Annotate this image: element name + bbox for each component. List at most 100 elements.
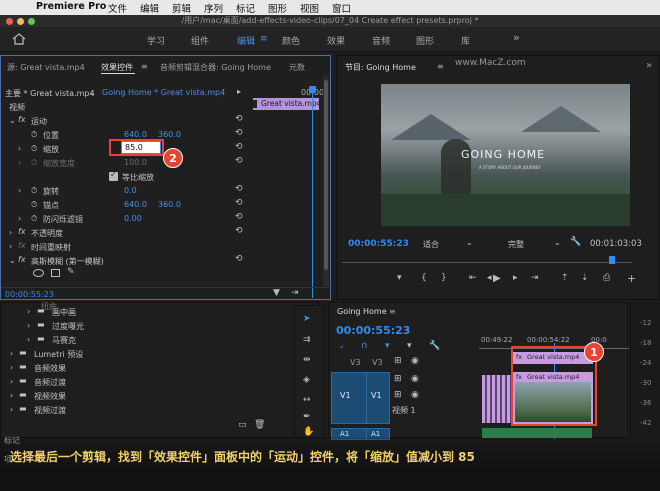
- slip-tool-icon[interactable]: ↔: [303, 395, 311, 405]
- markers-tab-label[interactable]: 标记: [4, 435, 20, 446]
- toggle-sync-lock-icon[interactable]: ⊞: [394, 356, 402, 366]
- program-playhead[interactable]: [609, 256, 615, 264]
- menu-sequence[interactable]: 序列: [204, 1, 223, 15]
- pen-tool-icon[interactable]: ✒: [303, 412, 311, 422]
- reset-blur-icon[interactable]: ⟲: [235, 254, 243, 264]
- toggle-sync-lock-icon[interactable]: ⊞: [394, 390, 402, 400]
- v3-track-label[interactable]: V3: [350, 358, 361, 367]
- v1-source-patch[interactable]: V1: [331, 372, 371, 424]
- workspace-more-icon[interactable]: »: [513, 31, 520, 44]
- eye-icon[interactable]: ◉: [411, 374, 419, 384]
- reset-motion-icon[interactable]: ⟲: [235, 114, 243, 124]
- reset-scale-icon[interactable]: ⟲: [235, 142, 243, 152]
- app-menu[interactable]: Premiere Pro: [36, 1, 106, 12]
- tab-source[interactable]: 源: Great vista.mp4: [7, 62, 85, 73]
- folder-item-audio-transitions[interactable]: 音频过渡: [34, 377, 66, 388]
- folder-item-lumetri[interactable]: Lumetri 预设: [34, 349, 83, 360]
- filter-icon[interactable]: ▼: [273, 288, 280, 298]
- hand-tool-icon[interactable]: ✋: [303, 427, 314, 437]
- workspace-assembly[interactable]: 组件: [191, 34, 209, 47]
- panel-menu-icon[interactable]: ≡: [141, 62, 148, 71]
- workspace-libraries[interactable]: 库: [461, 34, 470, 47]
- master-clip-selector[interactable]: 主要 * Great vista.mp4: [5, 88, 95, 99]
- toggle-sync-lock-icon[interactable]: ⊞: [394, 374, 402, 384]
- workspace-effects[interactable]: 效果: [327, 34, 345, 47]
- chevron-right-icon[interactable]: ›: [18, 214, 21, 223]
- folder-item-video-effects[interactable]: 视频效果: [34, 391, 66, 402]
- mini-clip-bar[interactable]: Great vista.mp4: [253, 98, 321, 110]
- program-monitor-title[interactable]: 节目: Going Home: [345, 62, 416, 73]
- sequence-clip-selector[interactable]: Going Home * Great vista.mp4: [102, 88, 225, 97]
- razor-tool-icon[interactable]: ◈: [303, 375, 310, 385]
- go-to-out-icon[interactable]: ⇥: [531, 273, 539, 283]
- position-y-value[interactable]: 360.0: [158, 130, 181, 139]
- chevron-right-icon[interactable]: ›: [10, 363, 13, 372]
- chevron-right-icon[interactable]: ›: [27, 335, 30, 344]
- ellipse-mask-icon[interactable]: [33, 269, 44, 277]
- menu-graphics[interactable]: 图形: [268, 1, 287, 15]
- menu-marker[interactable]: 标记: [236, 1, 255, 15]
- tab-effect-controls[interactable]: 效果控件: [101, 62, 133, 73]
- eye-icon[interactable]: ◉: [411, 390, 419, 400]
- anti-flicker-value[interactable]: 0.00: [124, 214, 142, 223]
- selection-tool-icon[interactable]: ➤: [303, 314, 311, 324]
- position-x-value[interactable]: 640.0: [124, 130, 147, 139]
- chevron-right-icon[interactable]: ›: [10, 405, 13, 414]
- scrollbar[interactable]: [323, 76, 329, 286]
- go-to-in-icon[interactable]: ⇤: [469, 273, 477, 283]
- mark-in-icon[interactable]: {: [421, 273, 427, 283]
- tab-audio-clip-mixer[interactable]: 音频剪辑混合器: Going Home: [160, 62, 271, 73]
- folder-item-audio-effects[interactable]: 音频效果: [34, 363, 66, 374]
- chevron-right-icon[interactable]: ›: [10, 391, 13, 400]
- stopwatch-icon[interactable]: ⏱: [31, 186, 37, 196]
- step-back-icon[interactable]: ◂: [487, 273, 492, 283]
- menu-file[interactable]: 文件: [108, 1, 127, 15]
- reset-opacity-icon[interactable]: ⟲: [235, 226, 243, 236]
- scrollbar-thumb[interactable]: [324, 80, 328, 270]
- folder-item-mosaic[interactable]: 马赛克: [52, 335, 76, 346]
- audio-clip[interactable]: [482, 428, 592, 438]
- workspace-color[interactable]: 颜色: [282, 34, 300, 47]
- menu-clip[interactable]: 剪辑: [172, 1, 191, 15]
- export-frame-icon[interactable]: ⎙: [603, 273, 610, 283]
- snap-icon[interactable]: ⟓: [339, 341, 343, 351]
- zoom-select[interactable]: 适合: [423, 239, 439, 250]
- tab-metadata[interactable]: 元数: [289, 62, 305, 73]
- chevron-right-icon[interactable]: ›: [18, 186, 21, 195]
- video-clip-stack[interactable]: [482, 375, 512, 423]
- add-button-icon[interactable]: +: [627, 272, 636, 285]
- workspace-editing[interactable]: 编辑: [237, 34, 255, 47]
- eye-icon[interactable]: ◉: [411, 356, 419, 366]
- trash-icon[interactable]: 🗑: [254, 420, 265, 430]
- sequence-tab[interactable]: Going Home: [337, 307, 387, 316]
- uniform-scale-checkbox[interactable]: ✓: [109, 170, 118, 181]
- v1-target-patch[interactable]: V1: [366, 372, 390, 424]
- stopwatch-icon[interactable]: ⏱: [31, 200, 37, 210]
- chevron-right-icon[interactable]: ›: [10, 349, 13, 358]
- close-window-button[interactable]: [6, 18, 13, 25]
- anchor-y-value[interactable]: 360.0: [158, 200, 181, 209]
- home-icon[interactable]: [12, 33, 26, 45]
- folder-item-overexposure[interactable]: 过度曝光: [52, 321, 84, 332]
- stopwatch-icon[interactable]: ⏱: [31, 214, 37, 224]
- play-only-icon[interactable]: ▸: [237, 87, 241, 96]
- chevron-down-icon[interactable]: ⌄: [554, 238, 561, 247]
- workspace-graphics[interactable]: 图形: [416, 34, 434, 47]
- mark-out-icon[interactable]: }: [441, 273, 447, 283]
- add-marker-icon[interactable]: ▾: [385, 341, 390, 351]
- panel-more-icon[interactable]: »: [646, 60, 652, 71]
- chevron-right-icon[interactable]: ›: [18, 144, 21, 153]
- new-bin-icon[interactable]: ▭: [238, 420, 247, 430]
- workspace-audio[interactable]: 音频: [372, 34, 390, 47]
- menu-edit[interactable]: 编辑: [140, 1, 159, 15]
- chevron-down-icon[interactable]: ⌄: [9, 116, 16, 125]
- reset-position-icon[interactable]: ⟲: [235, 128, 243, 138]
- extract-icon[interactable]: ⇣: [581, 273, 589, 283]
- track-select-tool-icon[interactable]: ⇉: [303, 335, 311, 345]
- pen-mask-icon[interactable]: ✎: [67, 267, 75, 277]
- panel-menu-icon[interactable]: ≡: [389, 307, 396, 316]
- chevron-right-icon[interactable]: ›: [10, 377, 13, 386]
- rotation-value[interactable]: 0.0: [124, 186, 137, 195]
- linked-selection-icon[interactable]: ∩: [361, 341, 368, 351]
- lift-icon[interactable]: ⇡: [561, 273, 569, 283]
